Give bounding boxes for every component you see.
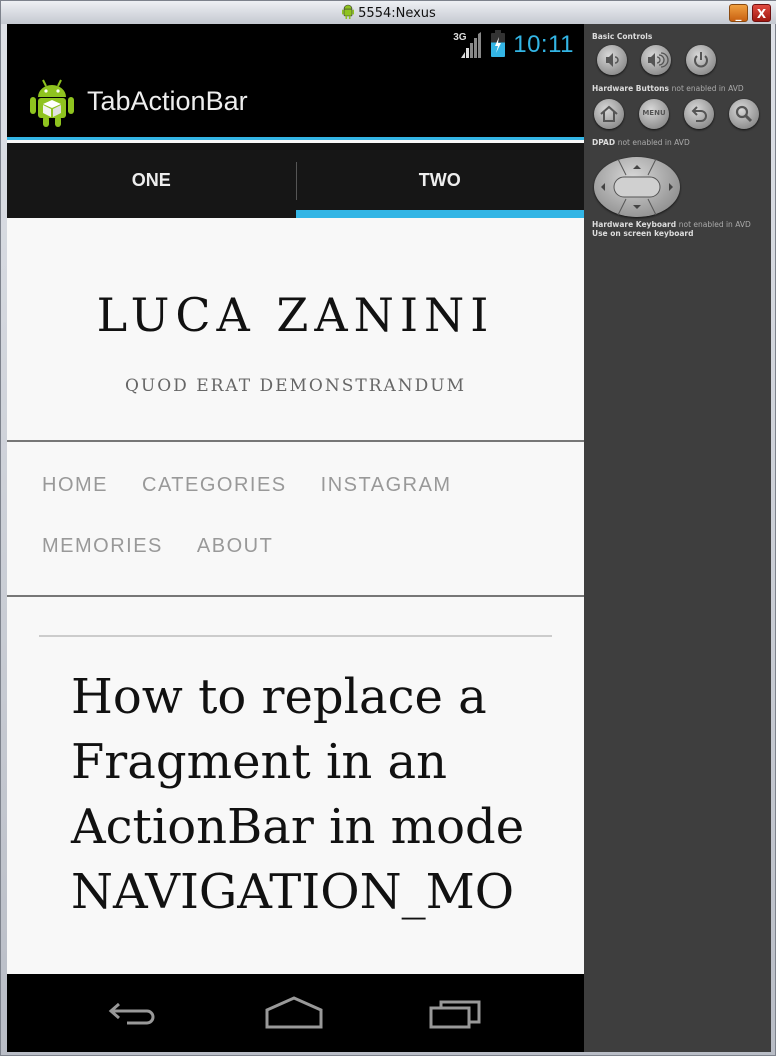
navigation-bar (7, 974, 584, 1052)
action-bar: TabActionBar (7, 66, 584, 140)
hw-menu-button[interactable]: MENU (639, 99, 669, 129)
tab-divider (296, 162, 297, 200)
signal-icon: 3G (453, 32, 483, 58)
minimize-button[interactable]: _ (729, 4, 748, 22)
status-clock: 10:11 (513, 31, 574, 58)
menu-item-categories[interactable]: CATEGORIES (142, 474, 287, 535)
home-button[interactable] (265, 994, 325, 1034)
menu-item-about[interactable]: ABOUT (197, 535, 273, 596)
dpad-control[interactable] (594, 157, 680, 217)
menu-button-label: MENU (642, 109, 666, 117)
window-title: 5554:Nexus (358, 6, 436, 21)
close-button[interactable]: X (752, 4, 771, 22)
tab-two-label: TWO (418, 170, 461, 190)
divider (39, 635, 552, 637)
volume-down-button[interactable] (597, 45, 627, 75)
back-button[interactable] (105, 994, 165, 1034)
back-icon (108, 1002, 155, 1025)
home-icon (265, 996, 323, 1029)
hw-home-button[interactable] (594, 99, 624, 129)
basic-controls-label: Basic Controls (592, 32, 653, 41)
device-frame: 3G 10:11 TabActionBar ONE TWO LUCA ZANIN… (7, 24, 771, 1052)
site-menu: HOME CATEGORIES INSTAGRAM MEMORIES ABOUT (42, 474, 562, 596)
phone-screen: 3G 10:11 TabActionBar ONE TWO LUCA ZANIN… (7, 24, 584, 1052)
hw-search-button[interactable] (729, 99, 759, 129)
site-tagline: QUOD ERAT DEMONSTRANDUM (124, 376, 467, 396)
back-icon (691, 106, 707, 122)
android-icon (342, 4, 355, 24)
hardware-keyboard-label: Hardware Keyboard not enabled in AVD (592, 220, 751, 229)
power-button[interactable] (686, 45, 716, 75)
status-bar: 3G 10:11 (7, 24, 584, 66)
menu-item-instagram[interactable]: INSTAGRAM (321, 474, 452, 535)
hardware-buttons-label: Hardware Buttons not enabled in AVD (592, 84, 744, 93)
power-icon (694, 52, 708, 68)
battery-charging-icon (491, 30, 506, 57)
window-titlebar[interactable]: 5554:Nexus _ X (1, 1, 776, 24)
tab-one[interactable]: ONE (7, 143, 296, 218)
search-icon (735, 105, 753, 123)
dpad-arrows-icon (601, 158, 673, 216)
volume-up-button[interactable] (641, 45, 671, 75)
dpad-label: DPAD not enabled in AVD (592, 138, 690, 147)
emulator-window: 5554:Nexus _ X 3G 10:11 TabActionBar ONE… (0, 0, 776, 1056)
tab-two[interactable]: TWO (295, 143, 585, 218)
site-title[interactable]: LUCA ZANINI (7, 288, 584, 342)
menu-item-home[interactable]: HOME (42, 474, 108, 535)
post-title[interactable]: How to replace a Fragment in an ActionBa… (71, 665, 541, 925)
emulator-controls-panel: Basic Controls Hardware Buttons not enab… (584, 24, 771, 1052)
volume-up-icon (648, 52, 669, 68)
home-icon (600, 105, 618, 122)
keyboard-hint: Use on screen keyboard (592, 229, 694, 238)
volume-down-icon (606, 53, 619, 67)
hw-back-button[interactable] (684, 99, 714, 129)
web-content[interactable]: LUCA ZANINI QUOD ERAT DEMONSTRANDUM HOME… (7, 218, 584, 974)
divider (7, 440, 584, 442)
recent-apps-icon (429, 1000, 481, 1029)
app-launcher-icon[interactable] (29, 78, 75, 128)
app-title: TabActionBar (87, 86, 248, 116)
divider (7, 595, 584, 597)
recent-apps-button[interactable] (427, 994, 487, 1034)
menu-item-memories[interactable]: MEMORIES (42, 535, 163, 596)
tab-one-label: ONE (131, 170, 171, 190)
